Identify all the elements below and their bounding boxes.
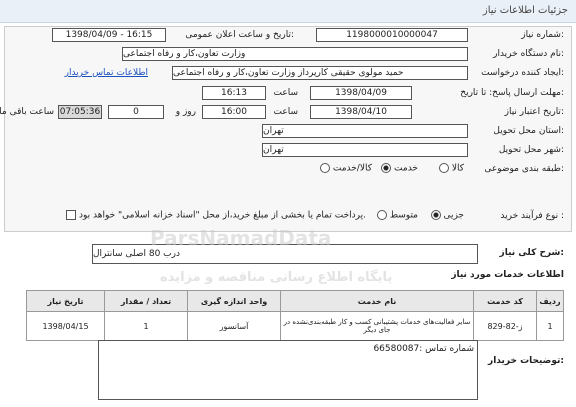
purchase-option-minor[interactable]: جزیی [430, 210, 464, 221]
radio-selected-icon [430, 210, 441, 220]
need-number-field: 1198000010000047 [316, 28, 468, 42]
buyer-notes-field: شماره تماس :66580087 [98, 340, 478, 400]
province-field: تهران [262, 124, 468, 138]
services-table: ردیف کد خدمت نام خدمت واحد اندازه گیری ت… [26, 290, 564, 341]
summary-label: شرح کلی نیاز: [499, 248, 564, 258]
announce-label: تاریخ و ساعت اعلان عمومی: [185, 30, 294, 40]
purchase-option-medium[interactable]: متوسط [376, 210, 418, 221]
remaining-label: ساعت باقی مانده [0, 107, 54, 117]
validity-hour-field: 16:00 [202, 105, 266, 119]
col-service-code: کد خدمت [473, 290, 537, 312]
buyer-notes-label: توضیحات خریدار: [488, 356, 564, 366]
checkbox-icon [66, 210, 77, 220]
validity-label: تاریخ اعتبار نیاز: [504, 107, 564, 117]
category-option-goods-service[interactable]: کالا/خدمت [319, 163, 372, 174]
province-label: استان محل تحویل: [493, 126, 564, 136]
buyer-org-label: نام دستگاه خریدار: [493, 49, 564, 59]
category-option-goods[interactable]: کالا [438, 163, 464, 174]
remaining-time-field: 07:05:36 [58, 105, 102, 119]
city-label: شهر محل تحویل: [498, 145, 564, 155]
cell-row: 1 [536, 311, 564, 341]
need-number-label: شماره نیاز: [521, 30, 564, 40]
cell-unit: آسانسور [187, 311, 281, 341]
cell-service-code: ز-82-829 [473, 311, 537, 341]
reply-date-field: 1398/04/09 [310, 86, 412, 100]
col-unit: واحد اندازه گیری [187, 290, 281, 312]
requester-field: حمید مولوی حقیقی کارپرداز وزارت تعاون،کا… [172, 66, 468, 80]
validity-hour-label: ساعت [273, 107, 299, 117]
purchase-label: نوع فرآیند خرید : [500, 211, 564, 221]
watermark-text: ParsNamadData [150, 226, 332, 250]
watermark-subtext: پایگاه اطلاع رسانی مناقصه و مزایده [160, 270, 393, 285]
col-need-date: تاریخ نیاز [26, 290, 105, 312]
category-option-service[interactable]: خدمت [381, 163, 418, 174]
buyer-org-field: وزارت تعاون،کار و رفاه اجتماعی [122, 47, 468, 61]
reply-hour-field: 16:13 [202, 86, 266, 100]
cell-need-date: 1398/04/15 [26, 311, 105, 341]
radio-icon [319, 163, 330, 173]
services-header-row: ردیف کد خدمت نام خدمت واحد اندازه گیری ت… [26, 290, 564, 312]
treasury-payment-option[interactable]: پرداخت تمام یا بخشی از مبلغ خرید،از محل … [66, 210, 366, 221]
radio-icon [376, 210, 387, 220]
validity-date-field: 1398/04/10 [310, 105, 412, 119]
days-field: 0 [108, 105, 164, 119]
requester-label: ایجاد کننده درخواست: [481, 68, 564, 78]
city-field: تهران [262, 143, 468, 157]
table-row: 1 ز-82-829 سایر فعالیت‌های خدمات پشتیبان… [26, 311, 564, 341]
col-service-name: نام خدمت [280, 290, 474, 312]
reply-deadline-label: مهلت ارسال پاسخ: تا تاریخ: [460, 88, 564, 98]
day-label: روز و [175, 107, 196, 117]
cell-quantity: 1 [104, 311, 188, 341]
category-label: طبقه بندی موضوعی: [484, 164, 564, 174]
reply-hour-label: ساعت [273, 88, 299, 98]
buyer-contact-link[interactable]: اطلاعات تماس خریدار [65, 68, 148, 78]
page-header: جزئیات اطلاعات نیاز [0, 0, 576, 23]
radio-icon [438, 163, 449, 173]
cell-service-name: سایر فعالیت‌های خدمات پشتیبانی کسب و کار… [280, 311, 474, 341]
col-quantity: تعداد / مقدار [104, 290, 188, 312]
services-title: اطلاعات خدمات مورد نیاز [451, 270, 564, 280]
announce-field: 1398/04/09 - 16:15 [52, 28, 166, 42]
col-row: ردیف [536, 290, 564, 312]
radio-selected-icon [381, 163, 392, 173]
page-title: جزئیات اطلاعات نیاز [482, 5, 568, 16]
